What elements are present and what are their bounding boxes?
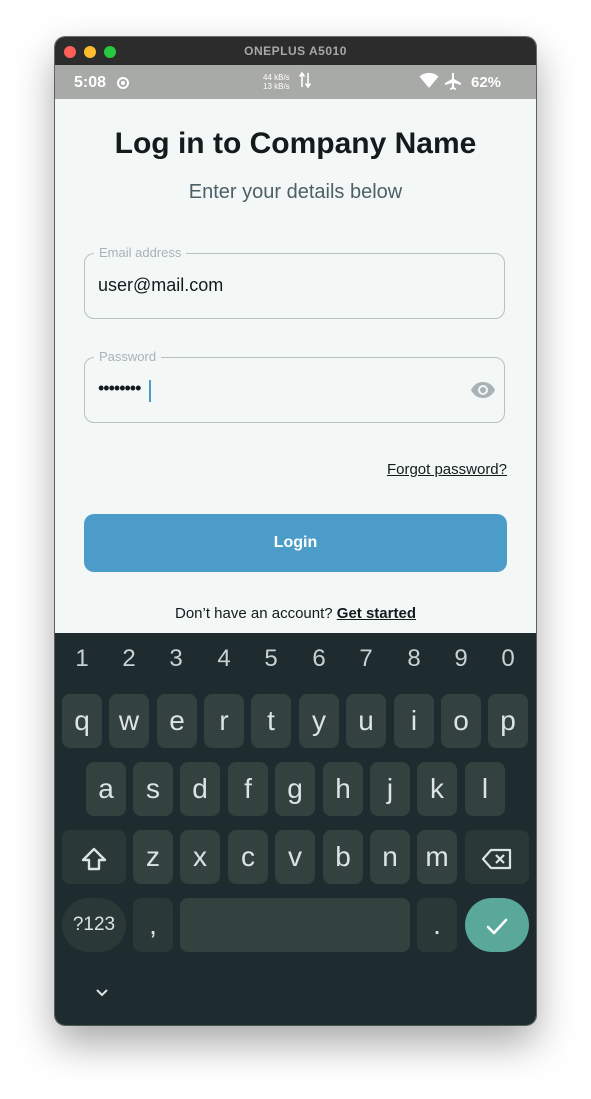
network-speed-up: 44 kB/s <box>263 73 290 82</box>
backspace-icon <box>481 841 513 872</box>
key-letter[interactable]: q <box>62 694 102 748</box>
key-num[interactable]: 2 <box>114 645 144 673</box>
shift-key[interactable] <box>62 830 126 884</box>
key-letter[interactable]: y <box>299 694 339 748</box>
get-started-link[interactable]: Get started <box>337 605 416 622</box>
password-input[interactable]: •••••••• <box>98 378 141 399</box>
key-letter[interactable]: v <box>275 830 315 884</box>
key-letter[interactable]: k <box>417 762 457 816</box>
key-letter[interactable]: g <box>275 762 315 816</box>
record-icon <box>117 77 129 89</box>
key-letter[interactable]: z <box>133 830 173 884</box>
window-title: ONEPLUS A5010 <box>244 44 347 58</box>
period-key[interactable]: . <box>417 898 457 952</box>
key-letter[interactable]: e <box>157 694 197 748</box>
key-num[interactable]: 6 <box>304 645 334 673</box>
check-icon <box>484 909 510 940</box>
key-num[interactable]: 8 <box>399 645 429 673</box>
network-speed: 44 kB/s 13 kB/s <box>263 73 290 91</box>
key-num[interactable]: 3 <box>161 645 191 673</box>
key-letter[interactable]: w <box>109 694 149 748</box>
status-icons <box>419 72 463 95</box>
status-bar: 5:08 44 kB/s 13 kB/s 62% <box>55 65 536 99</box>
done-key[interactable] <box>465 898 529 952</box>
key-letter[interactable]: s <box>133 762 173 816</box>
forgot-password-link[interactable]: Forgot password? <box>387 461 507 478</box>
key-letter[interactable]: n <box>370 830 410 884</box>
key-letter[interactable]: h <box>323 762 363 816</box>
key-letter[interactable]: d <box>180 762 220 816</box>
keyboard-number-row: 1 2 3 4 5 6 7 8 9 0 <box>55 645 536 675</box>
key-num[interactable]: 0 <box>493 645 523 673</box>
airplane-icon <box>443 73 463 94</box>
status-time: 5:08 <box>74 74 107 91</box>
page-subtitle: Enter your details below <box>188 181 403 203</box>
key-letter[interactable]: b <box>323 830 363 884</box>
battery-level: 62% <box>471 74 502 91</box>
chevron-down-icon[interactable] <box>95 985 109 1003</box>
key-letter[interactable]: t <box>251 694 291 748</box>
login-button[interactable]: Login <box>84 514 507 572</box>
space-key[interactable] <box>180 898 410 952</box>
key-letter[interactable]: f <box>228 762 268 816</box>
email-input[interactable]: user@mail.com <box>98 275 223 296</box>
key-num[interactable]: 4 <box>209 645 239 673</box>
page-title: Log in to Company Name <box>114 127 477 160</box>
backspace-key[interactable] <box>465 830 529 884</box>
password-label: Password <box>94 349 162 364</box>
key-letter[interactable]: p <box>488 694 528 748</box>
key-letter[interactable]: c <box>228 830 268 884</box>
soft-keyboard: 1 2 3 4 5 6 7 8 9 0 q w e r t y u i o p … <box>55 633 536 1025</box>
shift-icon <box>80 841 108 872</box>
key-letter[interactable]: l <box>465 762 505 816</box>
key-letter[interactable]: u <box>346 694 386 748</box>
key-num[interactable]: 9 <box>446 645 476 673</box>
password-field[interactable]: Password •••••••• <box>84 349 505 423</box>
data-transfer-icon <box>298 71 312 92</box>
email-label: Email address <box>94 245 187 260</box>
key-letter[interactable]: m <box>417 830 457 884</box>
comma-key[interactable]: , <box>133 898 173 952</box>
symbols-key[interactable]: ?123 <box>62 898 126 952</box>
key-num[interactable]: 1 <box>67 645 97 673</box>
key-letter[interactable]: a <box>86 762 126 816</box>
signup-prompt: Don’t have an account? Get started <box>55 605 536 622</box>
key-letter[interactable]: i <box>394 694 434 748</box>
key-letter[interactable]: r <box>204 694 244 748</box>
key-letter[interactable]: j <box>370 762 410 816</box>
login-screen: Log in to Company Name Enter your detail… <box>55 99 536 633</box>
device-window: ONEPLUS A5010 5:08 44 kB/s 13 kB/s 62% L… <box>55 37 536 1025</box>
show-password-icon[interactable] <box>470 379 496 406</box>
wifi-icon <box>419 73 443 94</box>
text-cursor <box>149 380 151 402</box>
network-speed-down: 13 kB/s <box>263 82 290 91</box>
key-num[interactable]: 5 <box>256 645 286 673</box>
signup-prompt-text: Don’t have an account? <box>175 605 333 622</box>
key-num[interactable]: 7 <box>351 645 381 673</box>
email-field[interactable]: Email address user@mail.com <box>84 245 505 319</box>
key-letter[interactable]: x <box>180 830 220 884</box>
window-titlebar: ONEPLUS A5010 <box>55 37 536 65</box>
key-letter[interactable]: o <box>441 694 481 748</box>
